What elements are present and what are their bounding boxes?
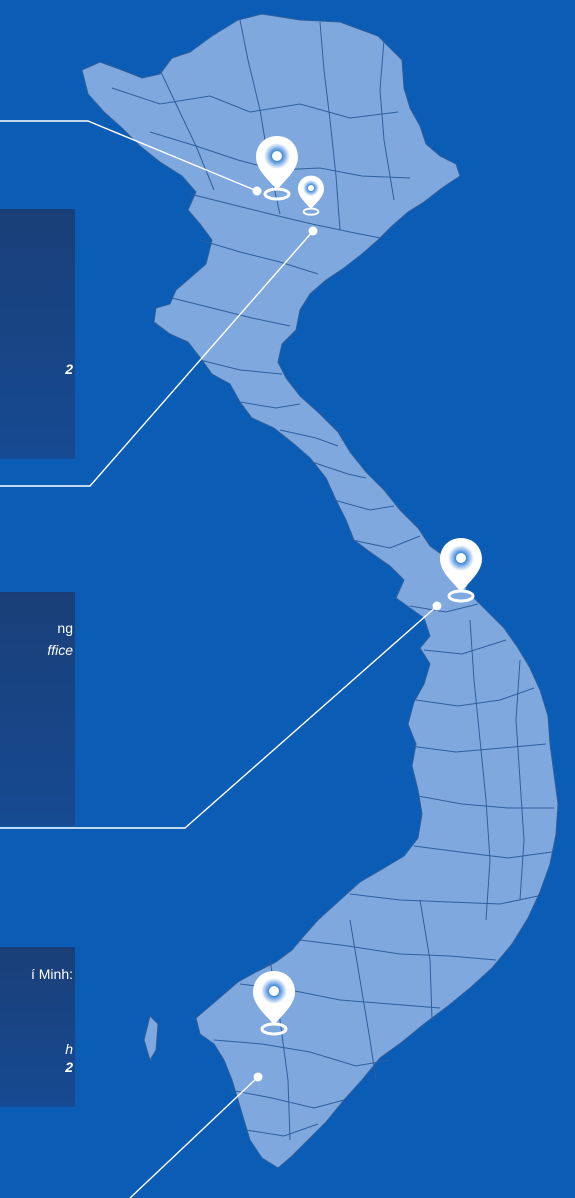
hochiminh-leader-line — [129, 1076, 259, 1198]
danang-leader-line — [0, 605, 438, 829]
vietnam-map — [0, 13, 559, 1198]
